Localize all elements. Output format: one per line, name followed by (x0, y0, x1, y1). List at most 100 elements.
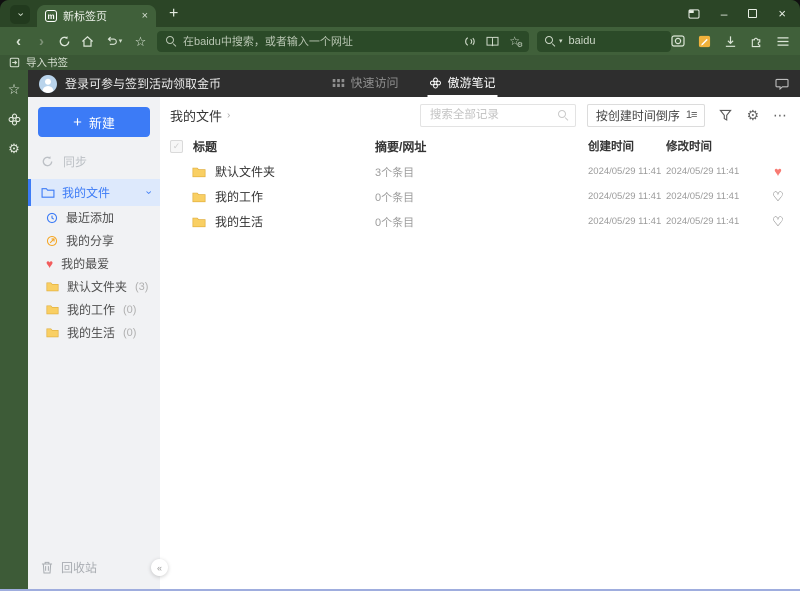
forward-button[interactable]: › (30, 34, 53, 49)
select-all-checkbox[interactable]: ✓ (170, 139, 183, 153)
window-close-button[interactable]: × (778, 7, 786, 20)
address-bar[interactable]: 在baidu中搜索，或者输入一个网址 ☆ ⚙ (157, 30, 529, 52)
avatar[interactable] (39, 74, 57, 93)
table-row[interactable]: 默认文件夹 3个条目 2024/05/29 11:41 2024/05/29 1… (170, 159, 788, 184)
sidebar-item-life-folder[interactable]: 我的生活 (0) (28, 321, 160, 344)
chevron-down-icon: › (14, 12, 27, 17)
table-row[interactable]: 我的生活 0个条目 2024/05/29 11:41 2024/05/29 11… (170, 209, 788, 234)
maximize-button[interactable] (748, 9, 758, 18)
extensions-puzzle-icon[interactable] (750, 35, 763, 48)
address-bar-actions: ☆ ⚙ (463, 35, 523, 49)
sync-button[interactable]: 同步 (28, 148, 160, 174)
item-count: (0) (123, 303, 137, 316)
item-label: 我的工作 (67, 303, 116, 317)
import-bookmarks-button[interactable]: 导入书签 (26, 55, 68, 70)
filter-funnel-icon[interactable] (719, 109, 733, 122)
favorites-star-icon[interactable]: ☆ (8, 81, 21, 98)
row-modified: 2024/05/29 11:41 (666, 191, 740, 202)
chevron-down-icon: › (142, 190, 155, 195)
notes-main: 我的文件 › 按创建时间倒序 1≡ (160, 97, 800, 589)
maxnote-icon[interactable] (698, 35, 711, 48)
sort-order-button[interactable]: 按创建时间倒序 1≡ (586, 103, 706, 127)
login-prompt[interactable]: 登录可参与签到活动领取金币 (65, 75, 221, 92)
row-title: 默认文件夹 (215, 165, 276, 179)
side-rail: ☆ ⚙ (0, 70, 28, 589)
sidebar-item-shares[interactable]: 我的分享 (28, 229, 160, 252)
favorites-settings-icon[interactable]: ☆ ⚙ (509, 35, 523, 49)
feedback-bubble-icon[interactable] (775, 78, 789, 90)
sidebar-item-work-folder[interactable]: 我的工作 (0) (28, 298, 160, 321)
tab-bar: › m 新标签页 × + – × (0, 0, 800, 27)
sidebar-item-favorites[interactable]: ♥ 我的最爱 (28, 252, 160, 275)
back-button[interactable]: ‹ (7, 34, 30, 49)
undo-closed-tab-button[interactable]: ▾ (99, 35, 129, 47)
sidebar-item-my-files[interactable]: 我的文件 › (28, 179, 160, 206)
breadcrumb[interactable]: 我的文件 › (170, 106, 230, 125)
search-icon (545, 36, 555, 46)
trash-icon (41, 561, 53, 574)
tab-close-icon[interactable]: × (142, 10, 148, 22)
browser-tab-new-page[interactable]: m 新标签页 × (37, 5, 156, 27)
view-settings-gear-icon[interactable]: ⚙ (746, 108, 759, 122)
read-aloud-icon[interactable] (463, 35, 476, 48)
item-label: 我的生活 (67, 326, 116, 340)
split-screen-icon[interactable] (688, 8, 700, 19)
records-search-field[interactable] (419, 103, 576, 127)
settings-gear-icon[interactable]: ⚙ (8, 141, 20, 157)
new-tab-button[interactable]: + (169, 6, 178, 22)
download-icon[interactable] (724, 35, 737, 48)
folder-icon (46, 304, 59, 315)
maxnote-clover-icon[interactable] (8, 113, 21, 126)
row-summary: 0个条目 (375, 216, 415, 229)
sync-label: 同步 (63, 154, 88, 169)
search-engine-box[interactable]: ▾ baidu (537, 30, 671, 52)
table-header: ✓ 标题 摘要/网址 创建时间 修改时间 (170, 133, 788, 159)
search-engine-value: baidu (568, 35, 596, 47)
item-count: (0) (123, 326, 137, 339)
header-tabs: 快速访问 傲游笔记 (330, 70, 498, 97)
notes-sidebar: + 新建 同步 我的文件 › 最近添加 我的分享 ♥ 我的最爱 默认文件夹 (3… (28, 97, 160, 589)
row-modified: 2024/05/29 11:41 (666, 216, 740, 227)
search-icon (166, 36, 176, 46)
refresh-button[interactable] (53, 35, 76, 48)
reader-mode-icon[interactable] (486, 36, 499, 47)
clover-icon (430, 77, 442, 89)
tab-list-button[interactable]: › (10, 5, 30, 24)
dropdown-caret-icon: ▾ (118, 37, 123, 45)
sidebar-item-default-folder[interactable]: 默认文件夹 (3) (28, 275, 160, 298)
item-label: 我的最爱 (61, 257, 110, 271)
item-count: (3) (135, 280, 149, 293)
maxthon-logo-icon: m (45, 10, 57, 22)
heart-icon: ♥ (46, 256, 54, 271)
bookmarks-bar: 导入书签 (0, 55, 800, 70)
clock-icon (46, 212, 58, 224)
search-input[interactable] (427, 108, 552, 122)
sidebar-item-recycle-bin[interactable]: 回收站 (28, 549, 160, 585)
more-options-icon[interactable]: ⋯ (773, 108, 788, 122)
favorite-heart-icon[interactable]: ♡ (768, 215, 788, 228)
breadcrumb-caret-icon: › (227, 109, 231, 121)
tab-title: 新标签页 (63, 11, 107, 23)
row-summary: 3个条目 (375, 166, 415, 179)
minimize-button[interactable]: – (721, 8, 728, 20)
toolbar-actions (671, 35, 793, 48)
window-controls: – × (688, 7, 790, 20)
my-files-label: 我的文件 (62, 186, 111, 200)
row-created: 2024/05/29 11:41 (588, 191, 662, 202)
new-note-button[interactable]: + 新建 (38, 107, 150, 137)
table-row[interactable]: 我的工作 0个条目 2024/05/29 11:41 2024/05/29 11… (170, 184, 788, 209)
sidebar-item-recent[interactable]: 最近添加 (28, 206, 160, 229)
tab-maxnote[interactable]: 傲游笔记 (427, 70, 498, 97)
column-created: 创建时间 (588, 141, 634, 153)
sidebar-collapse-button[interactable]: « (151, 559, 168, 576)
add-favorite-star-icon[interactable]: ☆ (129, 35, 152, 48)
gear-icon: ⚙ (516, 42, 523, 49)
menu-hamburger-icon[interactable] (776, 36, 790, 47)
browser-toolbar: ‹ › ▾ ☆ 在baidu中搜索，或者输入一个网址 ☆ ⚙ ▾ baidu (0, 27, 800, 55)
favorite-heart-icon[interactable]: ♡ (768, 190, 788, 203)
row-created: 2024/05/29 11:41 (588, 216, 662, 227)
home-button[interactable] (76, 35, 99, 48)
tab-quick-access[interactable]: 快速访问 (330, 70, 400, 97)
screenshot-camera-icon[interactable] (671, 35, 685, 47)
favorite-heart-icon[interactable]: ♥ (768, 165, 788, 178)
